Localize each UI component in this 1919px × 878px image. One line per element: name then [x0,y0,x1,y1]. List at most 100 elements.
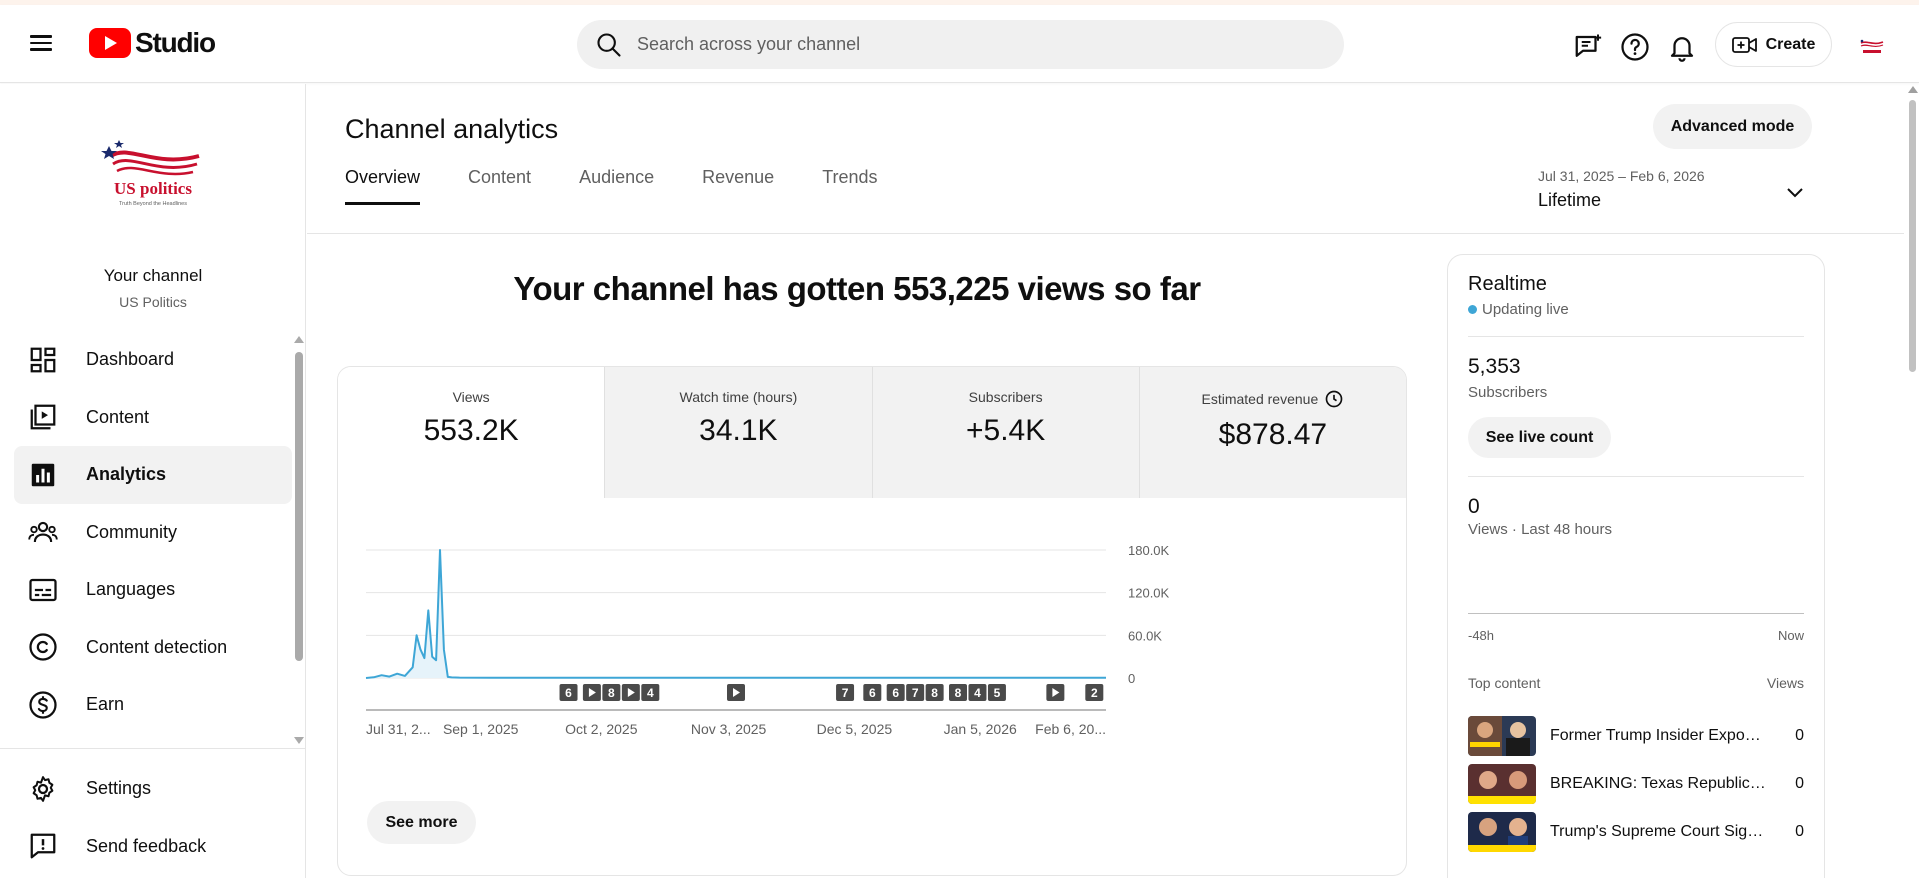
video-marker-count: 4 [974,686,981,700]
subscriber-label: Subscribers [1468,384,1548,401]
top-content-row[interactable]: BREAKING: Texas Republican... 0 [1468,763,1804,805]
metric-tabs: Views 553.2K Watch time (hours) 34.1K Su… [338,367,1406,498]
channel-logo-text: US politics [114,179,192,198]
realtime-views-label: Views · Last 48 hours [1468,521,1612,538]
channel-name: US Politics [119,294,187,310]
flag-logo-mark [101,140,200,176]
see-live-count-button[interactable]: See live count [1468,417,1611,458]
video-thumbnail [1468,812,1536,852]
metric-subscribers[interactable]: Subscribers +5.4K [871,367,1139,498]
top-content-row[interactable]: Trump's Supreme Court Signa... 0 [1468,811,1804,853]
top-content-views-header: Views [1766,675,1804,691]
advanced-mode-button[interactable]: Advanced mode [1653,104,1812,149]
sidebar-scroll-up-arrow[interactable] [294,336,304,343]
sidebar-item-community[interactable]: Community [14,504,292,562]
tab-overview[interactable]: Overview [345,154,421,205]
feedback-message-icon[interactable] [1573,32,1603,62]
chevron-down-icon [1787,188,1803,198]
live-dot-icon [1468,305,1477,314]
sidebar-scroll-down-arrow[interactable] [294,737,304,744]
sidebar-item-label: Content [86,406,150,427]
metric-label: Views [452,389,490,405]
top-content-views: 0 [1795,823,1804,840]
video-marker-count: 6 [892,686,899,700]
top-content-row[interactable]: Former Trump Insider Exposes... 0 [1468,715,1804,757]
copyright-icon [29,633,57,661]
sidebar-item-languages[interactable]: Languages [14,561,292,619]
metric-views[interactable]: Views 553.2K [338,367,605,498]
sidebar-scrollbar[interactable] [295,352,303,661]
realtime-divider [1468,476,1804,477]
metric-value: +5.4K [966,414,1046,447]
top-content-label: Top content [1468,675,1541,691]
feedback-icon [30,833,56,859]
channel-logo[interactable]: US politics Truth Beyond the Headlines [95,134,211,214]
sidebar-divider [0,748,306,749]
sidebar-item-send-feedback[interactable]: Send feedback [14,818,292,876]
sidebar-item-label: Dashboard [86,349,175,370]
y-tick-label: 120.0K [1128,586,1170,601]
y-tick-label: 0 [1128,671,1135,686]
metric-watch-time[interactable]: Watch time (hours) 34.1K [604,367,872,498]
metric-value: $878.47 [1218,418,1328,451]
sidebar-item-settings[interactable]: Settings [14,760,292,818]
sidebar-item-analytics[interactable]: Analytics [14,446,292,504]
search-icon[interactable] [595,31,623,59]
sidebar-item-content-detection[interactable]: Content detection [14,619,292,677]
realtime-title: Realtime [1468,273,1547,295]
sidebar-item-label: Earn [86,694,125,715]
date-range-text: Jul 31, 2025 – Feb 6, 2026 [1538,168,1705,184]
search-bar[interactable] [577,20,1344,69]
community-icon [28,522,58,543]
x-tick-label: Oct 2, 2025 [565,721,638,737]
sidebar-item-label: Analytics [86,464,167,485]
realtime-axis-start: -48h [1468,628,1495,643]
video-marker-count: 8 [931,686,938,700]
tab-content[interactable]: Content [468,154,531,204]
x-tick-label: Jan 5, 2026 [944,721,1017,737]
account-avatar[interactable] [1857,32,1887,62]
tab-revenue[interactable]: Revenue [702,154,774,204]
realtime-divider [1468,336,1804,337]
date-range-picker[interactable]: Jul 31, 2025 – Feb 6, 2026 Lifetime [1538,168,1820,211]
realtime-chart-axis [1468,613,1804,614]
page-title: Channel analytics [345,114,559,144]
search-input[interactable] [637,34,1277,55]
series-area [366,550,1106,678]
views-line-chart: 180.0K120.0K60.0K06 8 4 7 6 6 7 8 8 4 5 2Jul 31, 2.… [365,543,1170,737]
studio-logo[interactable]: Studio [89,27,216,59]
series-line [365,549,1106,679]
gear-icon [32,775,54,802]
help-icon[interactable] [1620,32,1650,62]
x-tick-label: Jul 31, 2... [366,721,431,737]
tabs-divider [307,233,1904,234]
video-marker-count: 5 [994,686,1001,700]
languages-icon [29,578,57,601]
sidebar-nav: Dashboard Content Analytics Community La… [14,331,292,734]
metric-label: Watch time (hours) [679,389,798,405]
top-content-title: Trump's Supreme Court Signa... [1550,823,1768,840]
sidebar-item-content[interactable]: Content [14,389,292,447]
video-marker-count: 8 [608,686,615,700]
metric-value: 553.2K [423,414,519,447]
tab-audience[interactable]: Audience [579,154,654,204]
hamburger-menu-icon[interactable] [30,31,60,61]
tab-trends[interactable]: Trends [822,154,877,204]
page-scroll-up-arrow[interactable] [1908,86,1918,93]
page-scrollbar[interactable] [1909,100,1916,372]
updating-live-label: Updating live [1482,301,1569,318]
y-tick-label: 60.0K [1128,628,1162,643]
create-label: Create [1765,35,1816,53]
video-thumbnail [1468,716,1536,756]
dollar-icon [29,691,57,719]
sidebar-item-earn[interactable]: Earn [14,676,292,734]
sidebar-item-dashboard[interactable]: Dashboard [14,331,292,389]
create-video-icon [1731,36,1757,53]
notifications-bell-icon[interactable] [1667,32,1697,62]
video-marker-count: 6 [869,686,876,700]
create-button[interactable]: Create [1715,22,1832,67]
metric-estimated-revenue[interactable]: Estimated revenue $878.47 [1138,367,1406,498]
channel-title: Your channel [103,266,203,285]
x-tick-label: Nov 3, 2025 [691,721,767,737]
see-more-button[interactable]: See more [367,801,476,844]
